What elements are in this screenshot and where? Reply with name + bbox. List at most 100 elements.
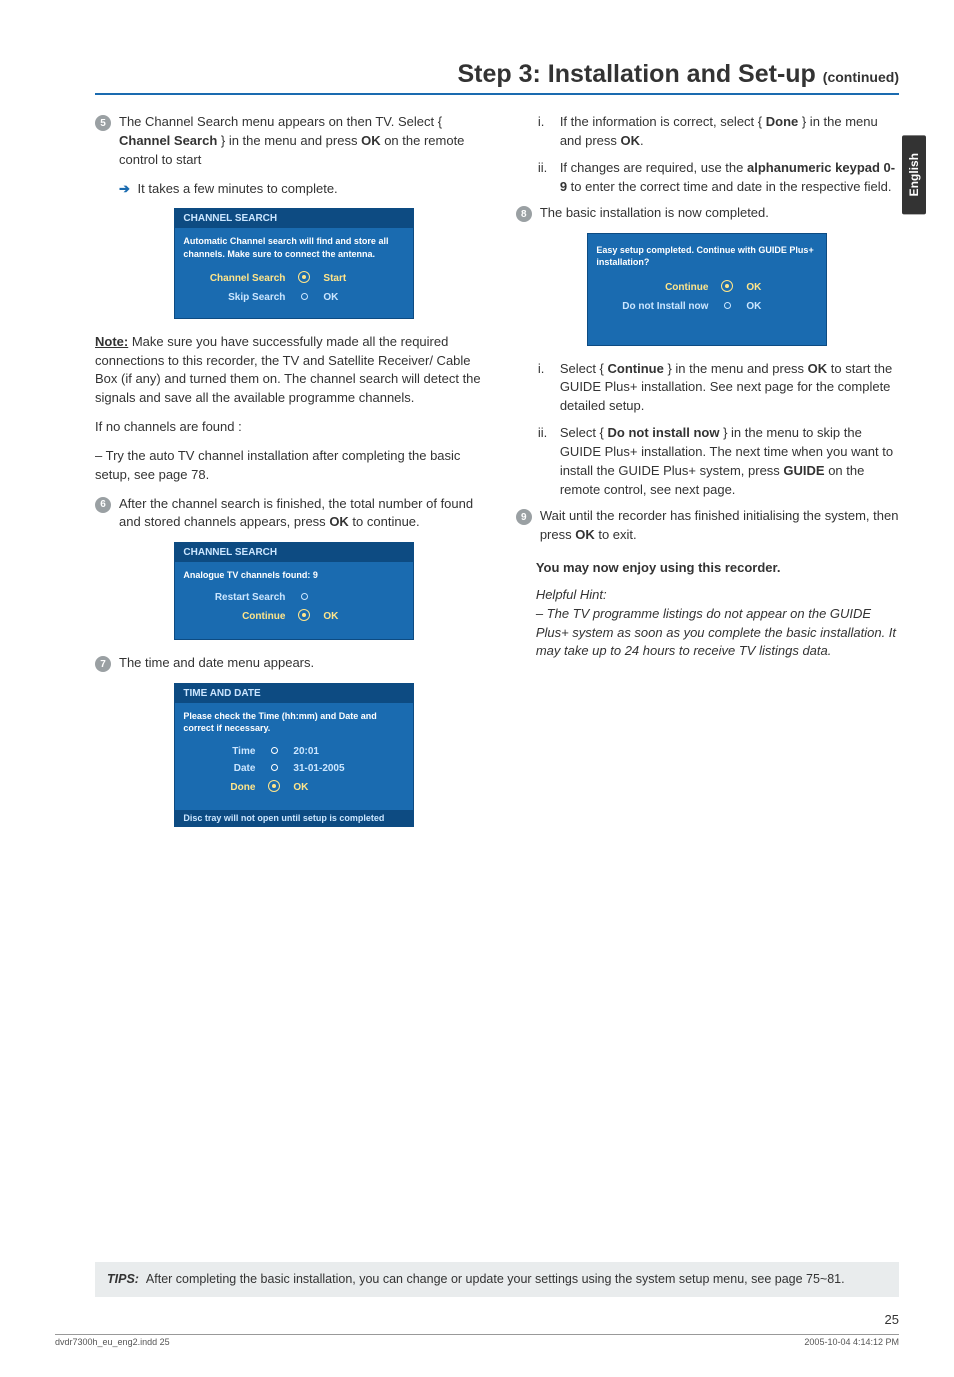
osd3-foot: Disc tray will not open until setup is c… (175, 810, 413, 826)
note-text: Make sure you have successfully made all… (95, 334, 481, 406)
nav-ball-icon (267, 780, 281, 795)
osd3-row-date: Date 31-01-2005 (185, 760, 403, 777)
ring-icon (267, 746, 281, 757)
enjoy-block: You may now enjoy using this recorder. (536, 559, 899, 578)
step-7: 7 The time and date menu appears. (95, 654, 494, 673)
osd3-r1-label: Time (185, 746, 255, 757)
osd4-r2-label: Do not Install now (598, 301, 708, 312)
i1-b: Done (766, 114, 799, 129)
nav-ball-icon (297, 271, 311, 286)
i1-m: i. (538, 113, 552, 151)
i2-c: to enter the correct time and date in th… (567, 179, 891, 194)
step-number-9: 9 (516, 509, 532, 525)
osd3-r2-val: 31-01-2005 (293, 763, 353, 774)
tips-text: After completing the basic installation,… (146, 1272, 845, 1286)
osd1-row-channel-search: Channel Search Start (185, 268, 403, 289)
ring-icon (297, 592, 311, 603)
step6-ok: OK (329, 514, 349, 529)
osd-channel-found: CHANNEL SEARCH Analogue TV channels foun… (174, 542, 414, 640)
hint-label: Helpful Hint: (536, 586, 899, 605)
osd-time-date: TIME AND DATE Please check the Time (hh:… (174, 683, 414, 826)
sublist-ii: ii. If changes are required, use the alp… (538, 159, 899, 197)
step7-text: The time and date menu appears. (119, 654, 494, 673)
osd3-r3-label: Done (185, 782, 255, 793)
osd1-row-skip-search: Skip Search OK (185, 289, 403, 306)
i4-g: GUIDE (783, 463, 824, 478)
osd4-row-donot: Do not Install now OK (598, 298, 816, 315)
tips-label: TIPS: (107, 1272, 139, 1286)
step-9: 9 Wait until the recorder has finished i… (516, 507, 899, 545)
step6-text-b: to continue. (349, 514, 420, 529)
osd3-r2-label: Date (185, 763, 255, 774)
step5-sub: It takes a few minutes to complete. (95, 180, 494, 199)
i3-m: i. (538, 360, 552, 417)
osd1-r2-action: OK (323, 292, 383, 303)
step-number-7: 7 (95, 656, 111, 672)
step5-text-b: } in the menu and press (217, 133, 361, 148)
ring-icon (267, 763, 281, 774)
step-number-5: 5 (95, 115, 111, 131)
foot-right: 2005-10-04 4:14:12 PM (804, 1337, 899, 1347)
osd2-r2-action: OK (323, 611, 383, 622)
step-number-8: 8 (516, 206, 532, 222)
sublist-top: i. If the information is correct, select… (516, 113, 899, 196)
osd1-msg: Automatic Channel search will find and s… (175, 228, 413, 263)
osd3-msg: Please check the Time (hh:mm) and Date a… (175, 703, 413, 738)
sublist-i3: i. Select { Continue } in the menu and p… (538, 360, 899, 417)
page-title-main: Step 3: Installation and Set-up (457, 60, 822, 88)
osd3-title: TIME AND DATE (175, 684, 413, 703)
nav-ball-icon (297, 609, 311, 624)
osd2-r2-label: Continue (185, 611, 285, 622)
page-title-cont: (continued) (823, 69, 899, 85)
footer-rule (55, 1334, 899, 1335)
i4-b: Do not install now (608, 425, 720, 440)
step8-text: The basic installation is now completed. (540, 204, 899, 223)
osd2-row-continue: Continue OK (185, 606, 403, 627)
sublist-i4: ii. Select { Do not install now } in the… (538, 424, 899, 499)
i3-a: Select { (560, 361, 608, 376)
note-block: Note: Make sure you have successfully ma… (95, 333, 494, 408)
step-8: 8 The basic installation is now complete… (516, 204, 899, 223)
osd1-r2-label: Skip Search (185, 292, 285, 303)
step5-bold: Channel Search (119, 133, 217, 148)
i4-a: Select { (560, 425, 608, 440)
step9-b: to exit. (595, 527, 637, 542)
osd3-r3-val: OK (293, 782, 353, 793)
osd4-r1-action: OK (746, 282, 806, 293)
note-label: Note: (95, 334, 128, 349)
osd-channel-search: CHANNEL SEARCH Automatic Channel search … (174, 208, 414, 318)
step6-text-a: After the channel search is finished, th… (119, 496, 473, 530)
step5-sub-text: It takes a few minutes to complete. (134, 181, 338, 196)
osd-easy-setup: Easy setup completed. Continue with GUID… (587, 233, 827, 345)
nav-ball-icon (720, 280, 734, 295)
i1-ok: OK (621, 133, 641, 148)
hint-text: – The TV programme listings do not appea… (536, 605, 899, 662)
osd1-r1-label: Channel Search (185, 273, 285, 284)
foot-left: dvdr7300h_eu_eng2.indd 25 (55, 1337, 170, 1347)
footer-line: dvdr7300h_eu_eng2.indd 25 2005-10-04 4:1… (55, 1337, 899, 1347)
page-number: 25 (885, 1312, 899, 1327)
osd2-msg: Analogue TV channels found: 9 (175, 562, 413, 585)
step5-ok: OK (361, 133, 381, 148)
step-5: 5 The Channel Search menu appears on the… (95, 113, 494, 170)
osd2-title: CHANNEL SEARCH (175, 543, 413, 562)
step-number-6: 6 (95, 497, 111, 513)
osd4-r1-label: Continue (598, 282, 708, 293)
osd3-row-done: Done OK (185, 777, 403, 798)
i1-d: . (640, 133, 644, 148)
osd2-row-restart: Restart Search (185, 589, 403, 606)
i2-m: ii. (538, 159, 552, 197)
ring-icon (720, 301, 734, 312)
osd4-r2-action: OK (746, 301, 806, 312)
i3-c: } in the menu and press (664, 361, 808, 376)
i1-a: If the information is correct, select { (560, 114, 766, 129)
osd1-r1-action: Start (323, 273, 383, 284)
i2-a: If changes are required, use the (560, 160, 747, 175)
nofound-line2: – Try the auto TV channel installation a… (95, 447, 494, 485)
tips-bar: TIPS: After completing the basic install… (95, 1262, 899, 1298)
nofound-line: If no channels are found : (95, 418, 494, 437)
osd4-row-continue: Continue OK (598, 277, 816, 298)
ring-icon (297, 292, 311, 303)
osd2-r1-label: Restart Search (185, 592, 285, 603)
step9-ok: OK (575, 527, 595, 542)
